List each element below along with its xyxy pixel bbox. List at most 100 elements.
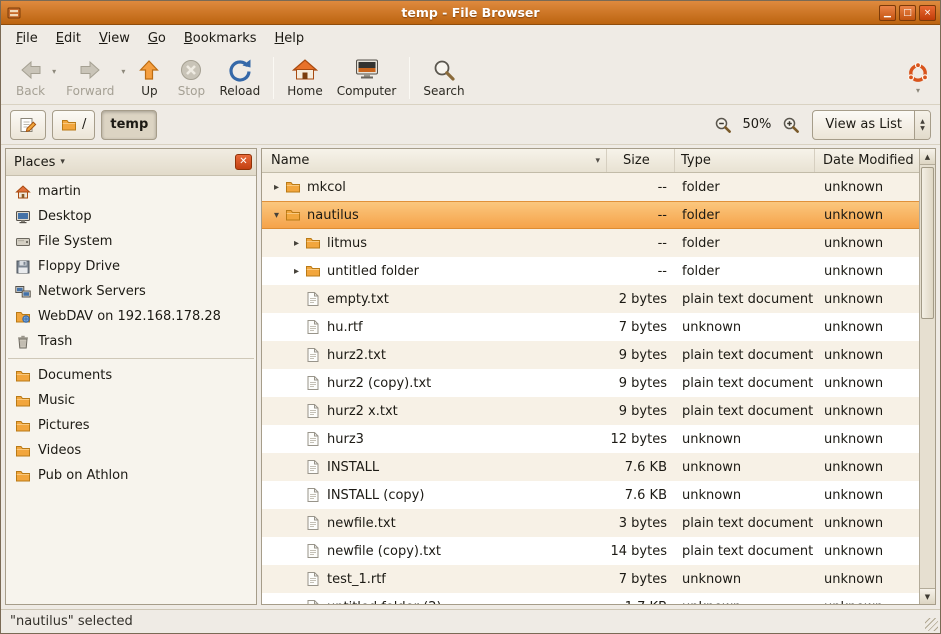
ubuntu-logo-icon	[906, 61, 930, 85]
file-icon	[305, 599, 321, 604]
file-name: untitled folder	[327, 264, 419, 279]
places-dropdown-icon: ▾	[60, 157, 65, 167]
forward-dropdown-icon[interactable]: ▾	[121, 67, 125, 76]
column-header-modified-label: Date Modified	[823, 153, 914, 168]
up-button[interactable]: Up	[128, 55, 170, 100]
scrollbar-thumb[interactable]	[921, 167, 934, 319]
close-sidebar-button[interactable]: ✕	[235, 154, 252, 170]
sidebar-item-webdav-on-192-168-178-28[interactable]: WebDAV on 192.168.178.28	[6, 304, 256, 329]
sidebar-item-file-system[interactable]: File System	[6, 229, 256, 254]
reload-button[interactable]: Reload	[212, 55, 267, 100]
computer-icon	[354, 57, 380, 83]
path-root-label: /	[82, 117, 86, 132]
file-icon	[305, 431, 321, 447]
places-title: Places	[14, 155, 55, 170]
close-button[interactable]: ×	[919, 5, 936, 21]
sidebar-item-pictures[interactable]: Pictures	[6, 413, 256, 438]
column-header-type[interactable]: Type	[675, 149, 815, 172]
computer-button[interactable]: Computer	[330, 55, 404, 100]
file-row-mkcol[interactable]: ▸mkcol--folderunknown	[262, 173, 919, 201]
sidebar-item-label: Floppy Drive	[38, 259, 120, 274]
search-button[interactable]: Search	[416, 55, 471, 100]
file-row-hurz2-copy-txt[interactable]: hurz2 (copy).txt9 bytesplain text docume…	[262, 369, 919, 397]
sidebar-item-network-servers[interactable]: Network Servers	[6, 279, 256, 304]
column-header-modified[interactable]: Date Modified	[815, 149, 919, 172]
column-header-name[interactable]: Name ▾	[262, 149, 607, 172]
sidebar-item-trash[interactable]: Trash	[6, 329, 256, 354]
file-row-untitled-folder-2[interactable]: untitled folder (2)1.7 KBunknownunknown	[262, 593, 919, 604]
file-name: hurz2 (copy).txt	[327, 376, 431, 391]
file-row-install-copy[interactable]: INSTALL (copy)7.6 KBunknownunknown	[262, 481, 919, 509]
file-type: unknown	[675, 488, 815, 503]
file-modified: unknown	[815, 572, 919, 587]
places-header[interactable]: Places ▾ ✕	[6, 149, 256, 176]
vertical-scrollbar[interactable]: ▲ ▼	[919, 149, 935, 604]
minimize-button[interactable]: ▁	[879, 5, 896, 21]
toolbar-overflow-icon[interactable]: ▾	[916, 86, 920, 95]
titlebar[interactable]: temp - File Browser ▁□×	[1, 1, 940, 25]
forward-label: Forward	[66, 84, 114, 98]
menu-view[interactable]: View	[90, 28, 139, 49]
menu-bookmarks[interactable]: Bookmarks	[175, 28, 266, 49]
file-type: plain text document	[675, 404, 815, 419]
menu-help[interactable]: Help	[266, 28, 314, 49]
file-row-hurz2-txt[interactable]: hurz2.txt9 bytesplain text documentunkno…	[262, 341, 919, 369]
back-button[interactable]: Back	[9, 55, 52, 100]
file-row-untitled-folder[interactable]: ▸untitled folder--folderunknown	[262, 257, 919, 285]
file-modified: unknown	[815, 292, 919, 307]
back-dropdown-icon[interactable]: ▾	[52, 67, 56, 76]
file-row-newfile-txt[interactable]: newfile.txt3 bytesplain text documentunk…	[262, 509, 919, 537]
maximize-button[interactable]: □	[899, 5, 916, 21]
zoom-out-button[interactable]	[712, 114, 734, 136]
sidebar-item-pub-on-athlon[interactable]: Pub on Athlon	[6, 463, 256, 488]
view-mode-stepper-icon[interactable]: ▲▼	[914, 111, 930, 139]
file-type: plain text document	[675, 292, 815, 307]
zoom-in-button[interactable]	[780, 114, 802, 136]
scrollbar-track[interactable]	[920, 165, 935, 588]
file-row-install[interactable]: INSTALL7.6 KBunknownunknown	[262, 453, 919, 481]
sidebar-item-videos[interactable]: Videos	[6, 438, 256, 463]
folder-icon	[15, 418, 31, 434]
file-size: 3 bytes	[607, 516, 675, 531]
sidebar-item-documents[interactable]: Documents	[6, 363, 256, 388]
expander-expanded-icon[interactable]: ▾	[268, 210, 285, 221]
home-button[interactable]: Home	[280, 55, 329, 100]
view-mode-label: View as List	[813, 111, 914, 139]
sidebar-item-music[interactable]: Music	[6, 388, 256, 413]
file-row-nautilus[interactable]: ▾nautilus--folderunknown	[262, 201, 919, 229]
file-name: hurz3	[327, 432, 364, 447]
file-row-litmus[interactable]: ▸litmus--folderunknown	[262, 229, 919, 257]
forward-button[interactable]: Forward	[59, 55, 121, 100]
sidebar-item-desktop[interactable]: Desktop	[6, 204, 256, 229]
sidebar-item-floppy-drive[interactable]: Floppy Drive	[6, 254, 256, 279]
path-button-root[interactable]: /	[52, 110, 95, 140]
file-size: 7.6 KB	[607, 488, 675, 503]
folder-icon	[15, 393, 31, 409]
menu-go[interactable]: Go	[139, 28, 175, 49]
computer-label: Computer	[337, 84, 397, 98]
sidebar-item-martin[interactable]: martin	[6, 179, 256, 204]
file-row-empty-txt[interactable]: empty.txt2 bytesplain text documentunkno…	[262, 285, 919, 313]
resize-grip[interactable]	[925, 618, 938, 631]
column-header-size[interactable]: Size	[607, 149, 675, 172]
menu-edit[interactable]: Edit	[47, 28, 90, 49]
reload-icon	[227, 57, 253, 83]
stop-button[interactable]: Stop	[170, 55, 212, 100]
view-mode-select[interactable]: View as List ▲▼	[812, 110, 931, 140]
folder-icon	[305, 263, 321, 279]
path-button-current[interactable]: temp	[101, 110, 157, 140]
file-icon	[305, 319, 321, 335]
sidebar-item-label: Music	[38, 393, 75, 408]
menu-file[interactable]: File	[7, 28, 47, 49]
file-row-hurz3[interactable]: hurz312 bytesunknownunknown	[262, 425, 919, 453]
scroll-up-icon[interactable]: ▲	[920, 149, 935, 165]
file-row-newfile-copy-txt[interactable]: newfile (copy).txt14 bytesplain text doc…	[262, 537, 919, 565]
scroll-down-icon[interactable]: ▼	[920, 588, 935, 604]
toggle-location-entry-button[interactable]	[10, 110, 46, 140]
expander-collapsed-icon[interactable]: ▸	[288, 266, 305, 277]
expander-collapsed-icon[interactable]: ▸	[268, 182, 285, 193]
file-row-hurz2-x-txt[interactable]: hurz2 x.txt9 bytesplain text documentunk…	[262, 397, 919, 425]
file-row-test-1-rtf[interactable]: test_1.rtf7 bytesunknownunknown	[262, 565, 919, 593]
file-row-hu-rtf[interactable]: hu.rtf7 bytesunknownunknown	[262, 313, 919, 341]
expander-collapsed-icon[interactable]: ▸	[288, 238, 305, 249]
